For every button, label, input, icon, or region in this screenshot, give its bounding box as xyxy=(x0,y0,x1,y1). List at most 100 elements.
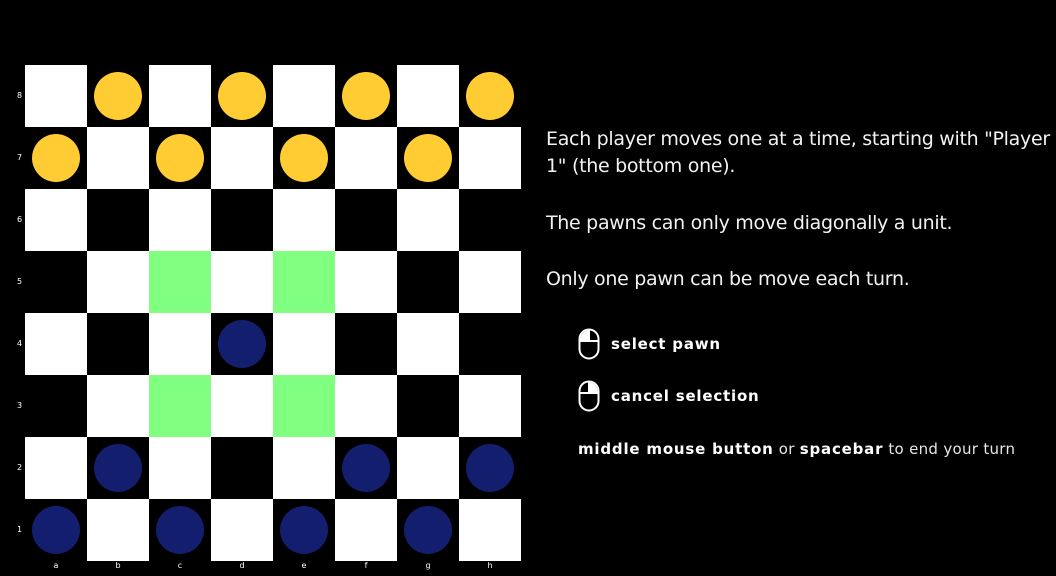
rank-label-7: 7 xyxy=(17,153,23,162)
file-label-g: g xyxy=(425,561,431,570)
yellow-pawn-g7[interactable] xyxy=(404,134,452,182)
file-label-a: a xyxy=(53,561,59,570)
blue-pawn-d4[interactable] xyxy=(218,320,266,368)
yellow-pawn-e7[interactable] xyxy=(280,134,328,182)
square-h5[interactable] xyxy=(459,251,521,313)
square-f8[interactable] xyxy=(335,65,397,127)
square-a8[interactable] xyxy=(25,65,87,127)
rule-one-pawn: Only one pawn can be move each turn. xyxy=(546,268,910,290)
square-g2[interactable] xyxy=(397,437,459,499)
square-c3-highlighted[interactable] xyxy=(149,375,211,437)
blue-pawn-b2[interactable] xyxy=(94,444,142,492)
square-d7[interactable] xyxy=(211,127,273,189)
yellow-pawn-a7[interactable] xyxy=(32,134,80,182)
square-b8[interactable] xyxy=(87,65,149,127)
blue-pawn-g1[interactable] xyxy=(404,506,452,554)
square-a2[interactable] xyxy=(25,437,87,499)
square-h2[interactable] xyxy=(459,437,521,499)
square-h6[interactable] xyxy=(459,189,521,251)
square-e7[interactable] xyxy=(273,127,335,189)
file-label-f: f xyxy=(364,561,368,570)
square-h7[interactable] xyxy=(459,127,521,189)
square-d6[interactable] xyxy=(211,189,273,251)
square-f5[interactable] xyxy=(335,251,397,313)
blue-pawn-h2[interactable] xyxy=(466,444,514,492)
control-cancel-selection: cancel selection xyxy=(578,380,760,412)
square-a3[interactable] xyxy=(25,375,87,437)
square-h3[interactable] xyxy=(459,375,521,437)
square-a4[interactable] xyxy=(25,313,87,375)
yellow-pawn-d8[interactable] xyxy=(218,72,266,120)
square-d4[interactable] xyxy=(211,313,273,375)
square-f1[interactable] xyxy=(335,499,397,561)
square-f4[interactable] xyxy=(335,313,397,375)
square-d1[interactable] xyxy=(211,499,273,561)
square-f7[interactable] xyxy=(335,127,397,189)
square-b7[interactable] xyxy=(87,127,149,189)
game-screen: 8 7 6 5 4 3 2 1 a b c d e f g h Each player moves one … xyxy=(0,0,1056,576)
square-b3[interactable] xyxy=(87,375,149,437)
square-c2[interactable] xyxy=(149,437,211,499)
rule-diagonal-move: The pawns can only move diagonally a uni… xyxy=(546,212,953,234)
file-label-c: c xyxy=(177,561,183,570)
file-label-e: e xyxy=(301,561,307,570)
square-h4[interactable] xyxy=(459,313,521,375)
yellow-pawn-h8[interactable] xyxy=(466,72,514,120)
rank-label-5: 5 xyxy=(17,277,23,286)
blue-pawn-a1[interactable] xyxy=(32,506,80,554)
square-g1[interactable] xyxy=(397,499,459,561)
square-f3[interactable] xyxy=(335,375,397,437)
square-g7[interactable] xyxy=(397,127,459,189)
square-e6[interactable] xyxy=(273,189,335,251)
rank-label-4: 4 xyxy=(17,339,23,348)
square-e1[interactable] xyxy=(273,499,335,561)
square-a5[interactable] xyxy=(25,251,87,313)
square-b2[interactable] xyxy=(87,437,149,499)
yellow-pawn-b8[interactable] xyxy=(94,72,142,120)
control-cancel-label: cancel selection xyxy=(611,387,760,405)
square-d8[interactable] xyxy=(211,65,273,127)
rank-label-3: 3 xyxy=(17,401,23,410)
rank-label-2: 2 xyxy=(17,463,23,472)
square-c4[interactable] xyxy=(149,313,211,375)
yellow-pawn-c7[interactable] xyxy=(156,134,204,182)
square-c1[interactable] xyxy=(149,499,211,561)
blue-pawn-e1[interactable] xyxy=(280,506,328,554)
square-d2[interactable] xyxy=(211,437,273,499)
checkers-board[interactable] xyxy=(25,65,521,561)
square-b5[interactable] xyxy=(87,251,149,313)
rank-label-8: 8 xyxy=(17,91,23,100)
square-c6[interactable] xyxy=(149,189,211,251)
square-a7[interactable] xyxy=(25,127,87,189)
square-a1[interactable] xyxy=(25,499,87,561)
file-label-b: b xyxy=(115,561,121,570)
square-h8[interactable] xyxy=(459,65,521,127)
mouse-right-click-icon xyxy=(578,380,600,412)
square-d5[interactable] xyxy=(211,251,273,313)
square-a6[interactable] xyxy=(25,189,87,251)
square-g6[interactable] xyxy=(397,189,459,251)
square-b1[interactable] xyxy=(87,499,149,561)
square-g3[interactable] xyxy=(397,375,459,437)
square-e3-highlighted[interactable] xyxy=(273,375,335,437)
square-e8[interactable] xyxy=(273,65,335,127)
square-f2[interactable] xyxy=(335,437,397,499)
blue-pawn-c1[interactable] xyxy=(156,506,204,554)
square-b6[interactable] xyxy=(87,189,149,251)
square-c5-highlighted[interactable] xyxy=(149,251,211,313)
square-e4[interactable] xyxy=(273,313,335,375)
square-e5-highlighted[interactable] xyxy=(273,251,335,313)
square-e2[interactable] xyxy=(273,437,335,499)
square-d3[interactable] xyxy=(211,375,273,437)
square-f6[interactable] xyxy=(335,189,397,251)
square-g8[interactable] xyxy=(397,65,459,127)
square-g5[interactable] xyxy=(397,251,459,313)
square-g4[interactable] xyxy=(397,313,459,375)
square-b4[interactable] xyxy=(87,313,149,375)
yellow-pawn-f8[interactable] xyxy=(342,72,390,120)
blue-pawn-f2[interactable] xyxy=(342,444,390,492)
square-c8[interactable] xyxy=(149,65,211,127)
square-h1[interactable] xyxy=(459,499,521,561)
square-c7[interactable] xyxy=(149,127,211,189)
file-label-d: d xyxy=(239,561,245,570)
